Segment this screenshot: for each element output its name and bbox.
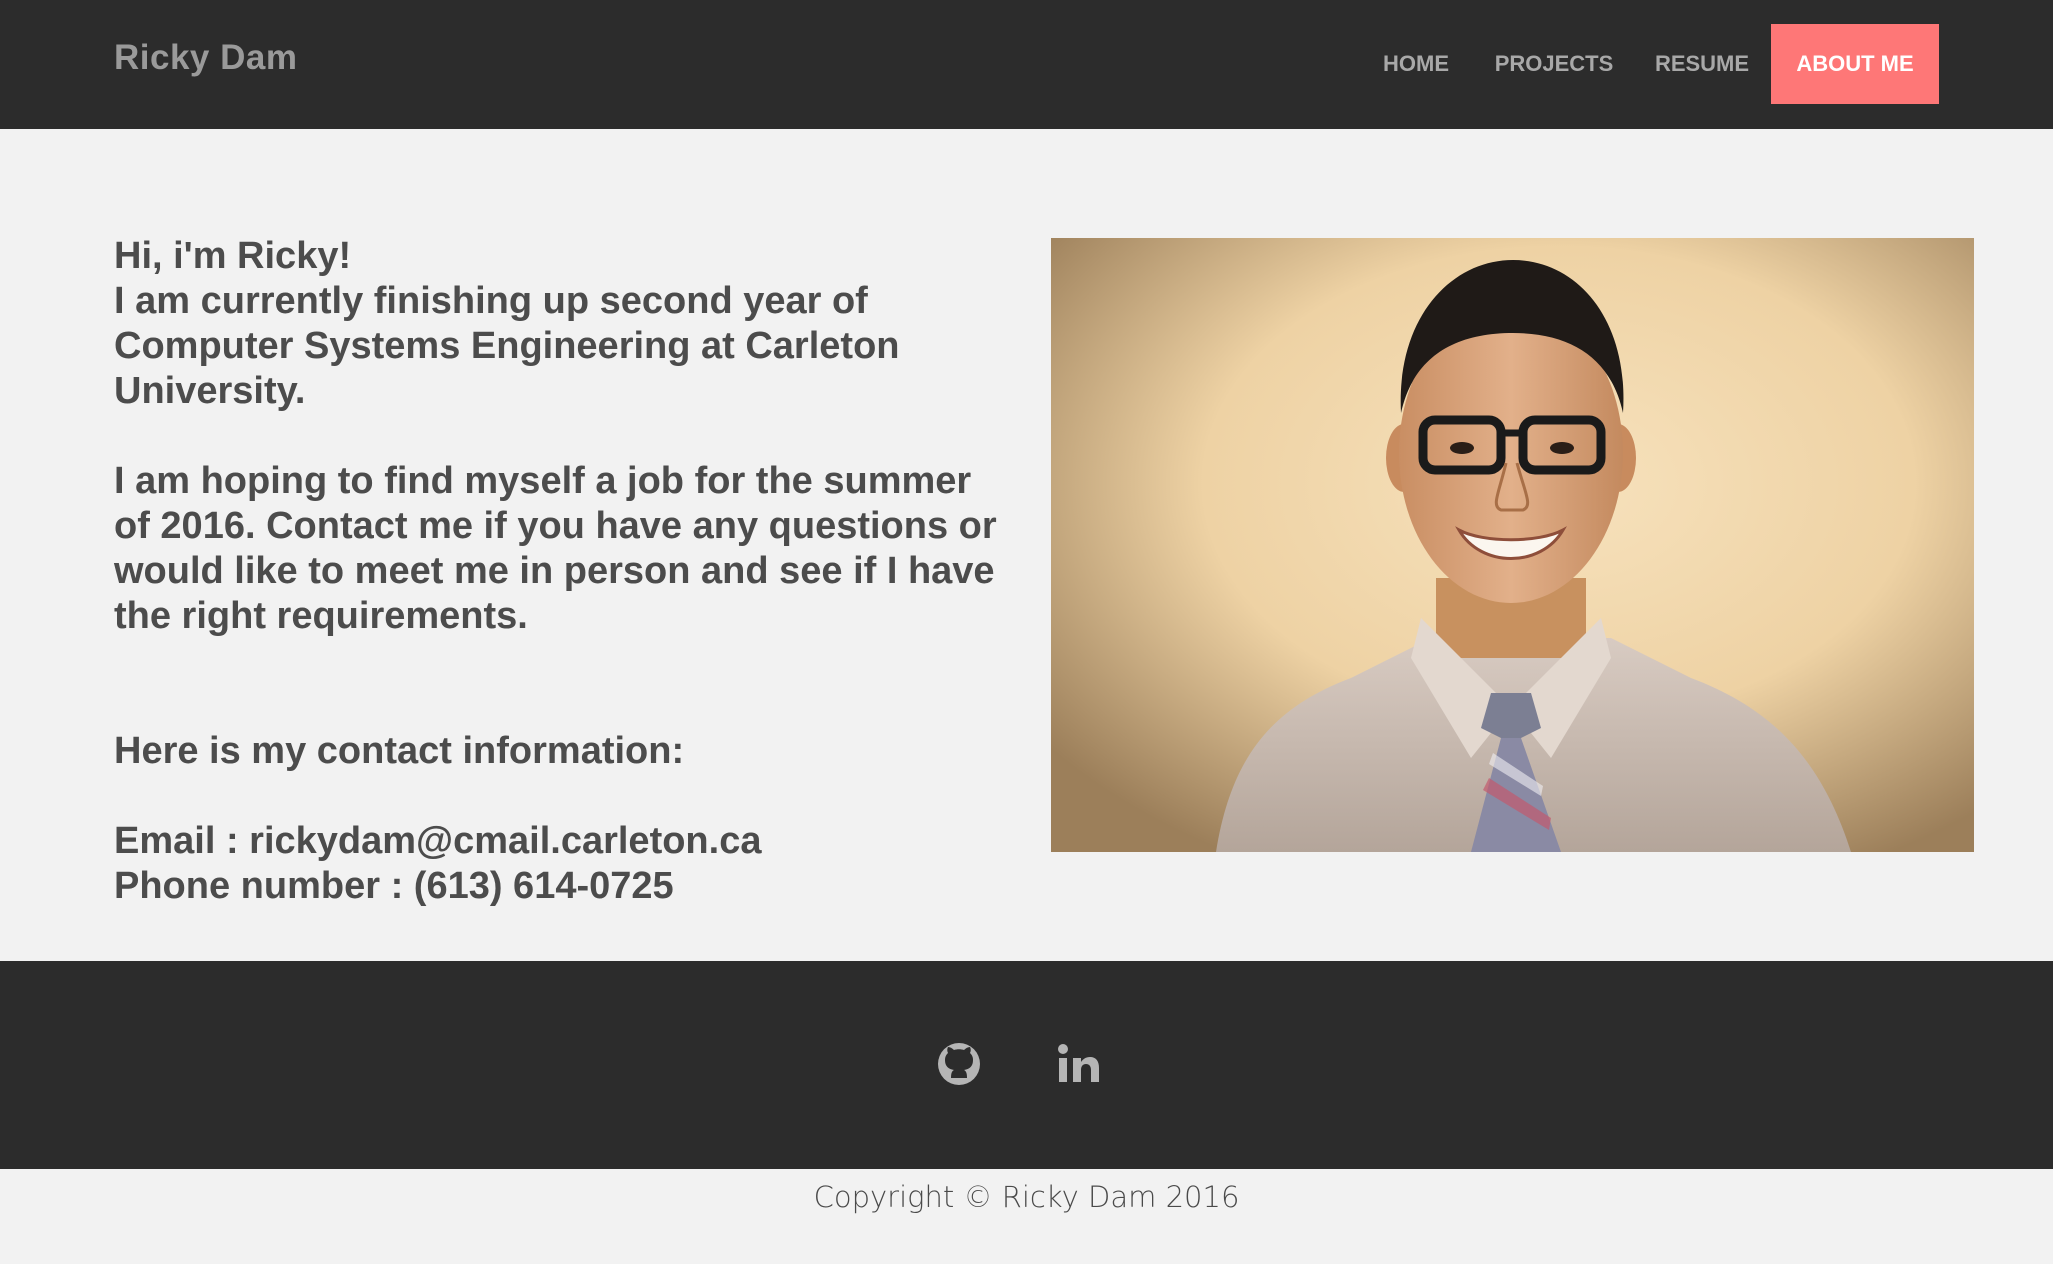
profile-photo [1051, 238, 1974, 852]
site-brand[interactable]: Ricky Dam [114, 38, 297, 78]
education-text: I am currently finishing up second year … [114, 280, 900, 412]
email-text: Email : rickydam@cmail.carleton.ca [114, 820, 762, 862]
job-search-text: I am hoping to find myself a job for the… [114, 460, 997, 637]
copyright-text: Copyright © Ricky Dam 2016 [813, 1180, 1240, 1214]
navbar: Ricky Dam HOME PROJECTS RESUME ABOUT ME [0, 0, 2053, 129]
contact-heading: Here is my contact information: [114, 730, 685, 772]
greeting: Hi, i'm Ricky! [114, 235, 352, 277]
nav-projects-link[interactable]: PROJECTS [1490, 24, 1618, 104]
linkedin-icon[interactable] [1055, 1040, 1103, 1088]
nav-resume-link[interactable]: RESUME [1648, 24, 1756, 104]
intro-text: Hi, i'm Ricky! I am currently finishing … [114, 234, 1014, 909]
nav-about-link[interactable]: ABOUT ME [1771, 24, 1939, 104]
github-icon[interactable] [935, 1040, 983, 1088]
footer [0, 961, 2053, 1169]
nav-home-link[interactable]: HOME [1368, 24, 1464, 104]
phone-text: Phone number : (613) 614-0725 [114, 865, 674, 907]
